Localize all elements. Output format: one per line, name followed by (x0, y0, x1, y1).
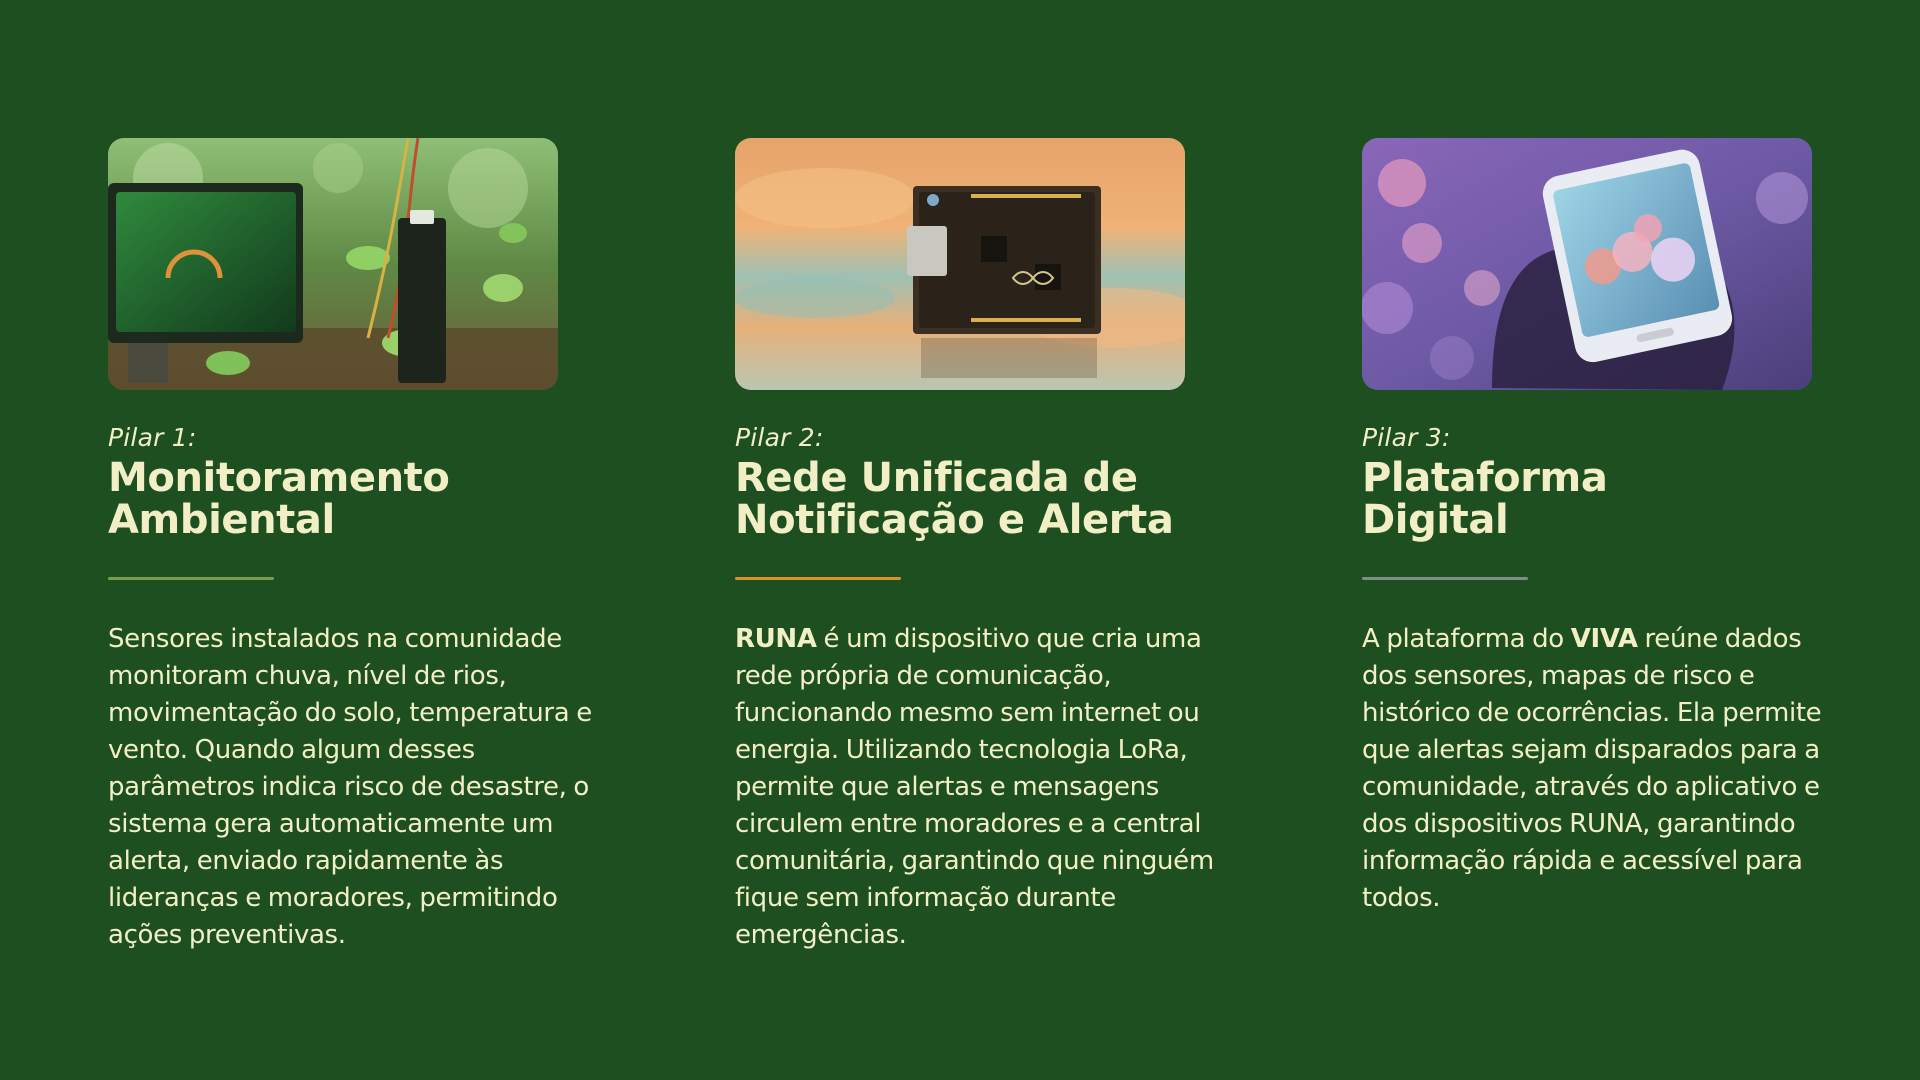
runa-emphasis: RUNA (735, 624, 817, 654)
pillar-description: Sensores instalados na comunidade monito… (108, 621, 598, 954)
pillar-description: A plataforma do VIVA reúne dados dos sen… (1362, 621, 1852, 917)
pillar-title: Monitoramento Ambiental (108, 455, 450, 543)
pillar-divider (735, 577, 901, 580)
pillar-title: Rede Unificada de Notificação e Alerta (735, 455, 1174, 543)
pillar-description-text: Sensores instalados na comunidade monito… (108, 624, 592, 950)
pillar-card-3: Pilar 3: Plataforma Digital A plataforma… (1362, 138, 1822, 954)
pillar-description: RUNA é um dispositivo que cria uma rede … (735, 621, 1225, 954)
pillar-divider (1362, 577, 1528, 580)
pillar-kicker: Pilar 1: (108, 423, 197, 452)
soil-sensor-photo (108, 138, 558, 390)
pillar-title: Plataforma Digital (1362, 455, 1608, 543)
pillar-description-lead: A plataforma do (1362, 624, 1571, 654)
pillar-divider (108, 577, 274, 580)
smartphone-photo (1362, 138, 1812, 390)
pillar-description-text: reúne dados dos sensores, mapas de risco… (1362, 624, 1822, 913)
pillars-row: Pilar 1: Monitoramento Ambiental Sensore… (108, 138, 1822, 954)
pillar-description-text: é um dispositivo que cria uma rede própr… (735, 624, 1214, 950)
pillar-card-2: Pilar 2: Rede Unificada de Notificação e… (735, 138, 1214, 954)
pillar-kicker: Pilar 2: (735, 423, 824, 452)
arduino-board-photo (735, 138, 1185, 390)
pillar-card-1: Pilar 1: Monitoramento Ambiental Sensore… (108, 138, 592, 954)
pillar-kicker: Pilar 3: (1362, 423, 1451, 452)
viva-emphasis: VIVA (1570, 624, 1638, 654)
